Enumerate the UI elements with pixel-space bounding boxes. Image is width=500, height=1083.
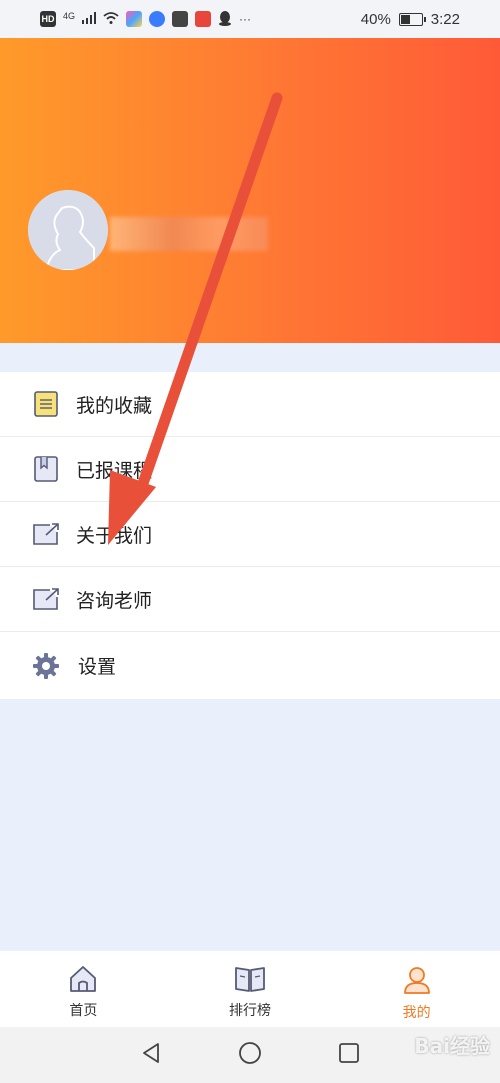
clock: 3:22 xyxy=(430,10,460,28)
music-icon xyxy=(149,11,166,27)
menu-label-favorites: 我的收藏 xyxy=(76,394,153,417)
wifi-icon xyxy=(103,11,119,27)
network-type: 4G xyxy=(63,11,76,21)
default-avatar-icon xyxy=(28,190,108,270)
app-icon xyxy=(195,11,212,27)
signal-icon xyxy=(82,11,97,27)
menu-label-consult-teacher: 咨询老师 xyxy=(76,589,153,612)
battery-icon xyxy=(398,12,426,26)
external-link-icon xyxy=(32,585,60,613)
gear-icon xyxy=(32,652,60,680)
open-book-icon xyxy=(234,965,266,997)
username-redacted xyxy=(110,217,268,251)
menu-label-enrolled-courses: 已报课程 xyxy=(76,459,153,482)
menu-item-about-us[interactable]: 关于我们 xyxy=(0,502,500,567)
notepad-icon xyxy=(32,390,60,418)
back-icon[interactable] xyxy=(140,1042,162,1068)
menu-label-about-us: 关于我们 xyxy=(76,524,153,547)
status-left: HD 4G ··· xyxy=(40,10,251,29)
tab-ranking-label: 排行榜 xyxy=(229,1003,271,1019)
more-notifications-icon: ··· xyxy=(239,12,252,26)
battery-percent: 40% xyxy=(360,10,391,28)
tab-ranking[interactable]: 排行榜 xyxy=(167,951,334,1027)
bookmark-book-icon xyxy=(32,455,60,483)
user-icon xyxy=(402,965,432,999)
status-right: 40% 3:22 xyxy=(361,11,460,28)
tab-mine[interactable]: 我的 xyxy=(333,951,500,1027)
menu-list: 我的收藏 已报课程 关于我们 咨询老师 设置 xyxy=(0,372,500,699)
app-store-icon xyxy=(126,11,143,27)
tab-mine-label: 我的 xyxy=(402,1005,431,1021)
hd-badge: HD xyxy=(40,11,56,27)
profile-header xyxy=(0,38,500,343)
message-icon xyxy=(172,11,189,27)
menu-item-enrolled-courses[interactable]: 已报课程 xyxy=(0,437,500,502)
menu-item-settings[interactable]: 设置 xyxy=(0,632,500,699)
home-circle-icon[interactable] xyxy=(238,1041,262,1069)
qq-icon xyxy=(218,10,232,29)
home-icon xyxy=(68,965,98,997)
watermark: Bai经验 xyxy=(414,1034,490,1058)
tab-home[interactable]: 首页 xyxy=(0,951,167,1027)
tab-home-label: 首页 xyxy=(69,1003,98,1019)
bottom-tab-bar: 首页 排行榜 我的 xyxy=(0,951,500,1027)
menu-item-consult-teacher[interactable]: 咨询老师 xyxy=(0,567,500,632)
external-link-icon xyxy=(32,520,60,548)
recents-square-icon[interactable] xyxy=(338,1042,360,1068)
avatar[interactable] xyxy=(28,190,108,270)
status-bar: HD 4G ··· 40% 3:22 xyxy=(0,0,500,38)
menu-label-settings: 设置 xyxy=(78,656,117,678)
menu-item-favorites[interactable]: 我的收藏 xyxy=(0,372,500,437)
